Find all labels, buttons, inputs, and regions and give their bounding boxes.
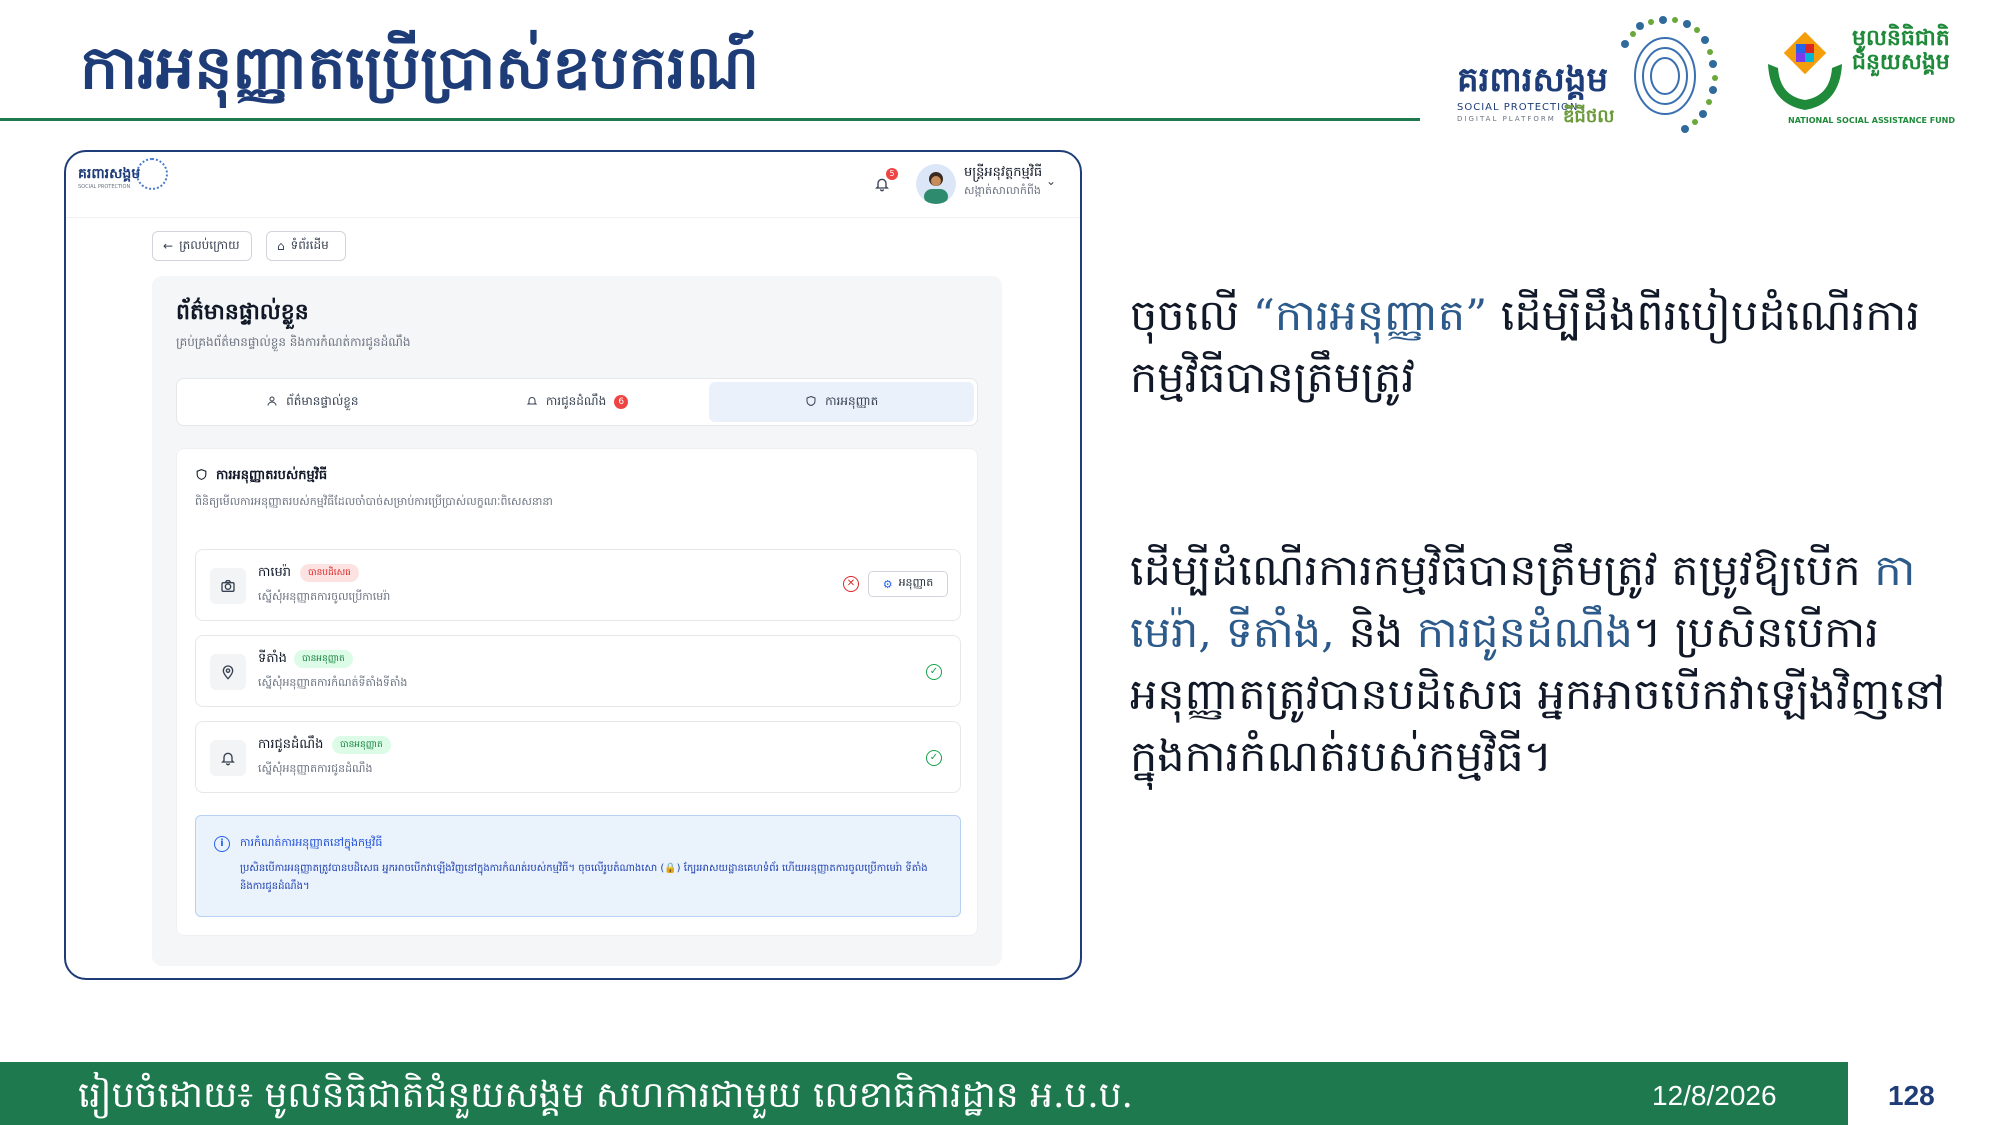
denied-x-circle-icon: ✕ [843, 576, 859, 592]
app-logo-fingerprint-icon [136, 158, 168, 190]
permission-location-row: ទីតាំង បានអនុញ្ញាត ស្នើសុំអនុញ្ញាតការកំណ… [195, 635, 961, 707]
nsaf-logo-english: NATIONAL SOCIAL ASSISTANCE FUND [1788, 116, 1955, 125]
home-icon: ⌂ [277, 239, 285, 253]
app-logo[interactable]: គរពារសង្គម [78, 164, 140, 185]
profile-panel: ព័ត៌មានផ្ទាល់ខ្លួន គ្រប់គ្រងព័ត៌មានផ្ទាល… [152, 276, 1002, 966]
panel-subtitle: គ្រប់គ្រងព័ត៌មានផ្ទាល់ខ្លួន និងការកំណត់ក… [176, 335, 411, 349]
panel-title: ព័ត៌មានផ្ទាល់ខ្លួន [176, 300, 309, 325]
fingerprint-icon [1621, 16, 1718, 133]
permission-name: កាមេរ៉ា [258, 565, 292, 580]
hands-house-icon [1768, 31, 1842, 110]
allow-button-label: អនុញ្ញាត [898, 576, 934, 589]
permission-description: ស្នើសុំអនុញ្ញាតការចូលប្រើកាមេរ៉ា [258, 590, 391, 603]
home-button-label: ទំព័រដើម [290, 238, 329, 252]
page-number: 128 [1888, 1080, 1935, 1111]
highlight-notifications: ការជូនដំណឹង [1416, 608, 1633, 658]
instruction-paragraph-2: ដើម្បីដំណើរការកម្មវិធីបានត្រឹមត្រូវ តម្រ… [1130, 540, 1970, 788]
tab-personal-info[interactable]: ព័ត៌មានផ្ទាល់ខ្លួន [180, 382, 445, 422]
app-topbar: គរពារសង្គម SOCIAL PROTECTION 5 មន្ត្រីអន… [66, 152, 1080, 218]
footer-date: 12/8/2026 [1652, 1080, 1777, 1111]
social-protection-logo: គរពារសង្គម SOCIAL PROTECTION DIGITAL PLA… [1455, 14, 1725, 139]
user-menu-chevron-down-icon[interactable]: ⌄ [1046, 174, 1056, 188]
social-protection-logo-line1: SOCIAL PROTECTION [1457, 102, 1579, 113]
title-divider [0, 118, 1420, 121]
tab-permissions[interactable]: ការអនុញ្ញាត [709, 382, 975, 422]
nsaf-logo-name: មូលនិធិជាតិជំនួយសង្គម [1852, 25, 1950, 75]
home-button[interactable]: ⌂ ទំព័រដើម [266, 231, 346, 261]
nsaf-logo: មូលនិធិជាតិជំនួយសង្គម NATIONAL SOCIAL AS… [1760, 24, 1955, 129]
paragraph-text: ចុចលើ [1130, 291, 1253, 341]
social-protection-logo-line2: DIGITAL PLATFORM [1457, 115, 1556, 123]
permission-description: ស្នើសុំអនុញ្ញាតការកំណត់ទីតាំងទីតាំង [258, 676, 408, 689]
permissions-heading: ការអនុញ្ញាតរបស់កម្មវិធី [195, 467, 327, 486]
bell-icon [526, 395, 538, 410]
tab-label: ព័ត៌មានផ្ទាល់ខ្លួន [286, 394, 359, 408]
shield-icon [805, 395, 817, 410]
allowed-check-circle-icon: ✓ [926, 664, 942, 680]
info-title: ការកំណត់ការអនុញ្ញាតនៅក្នុងកម្មវិធី [240, 836, 383, 849]
permissions-card: ការអនុញ្ញាតរបស់កម្មវិធី ពិនិត្យមើលការអនុ… [176, 448, 978, 936]
allow-camera-button[interactable]: ⚙ អនុញ្ញាត [868, 571, 948, 597]
permission-name: ទីតាំង [258, 651, 287, 666]
shield-icon [195, 468, 208, 485]
permission-info-box: i ការកំណត់ការអនុញ្ញាតនៅក្នុងកម្មវិធី ប្រ… [195, 815, 961, 917]
camera-icon [210, 568, 246, 604]
info-text: ប្រសិនបើការអនុញ្ញាតត្រូវបានបដិសេធ អ្នកអា… [240, 863, 928, 892]
instruction-paragraph-1: ចុចលើ “ការអនុញ្ញាត” ដើម្បីដឹងពីរបៀបដំណើរ… [1130, 285, 1970, 409]
tab-label: ការអនុញ្ញាត [825, 394, 879, 408]
permissions-description: ពិនិត្យមើលការអនុញ្ញាតរបស់កម្មវិធីដែលចាំប… [195, 495, 553, 508]
social-protection-logo-name: គរពារសង្គម [1457, 60, 1609, 100]
tab-label: ការជូនដំណឹង [545, 394, 607, 408]
arrow-left-icon: ← [163, 239, 174, 253]
permission-camera-row: កាមេរ៉ា បានបដិសេធ ស្នើសុំអនុញ្ញាតការចូលប… [195, 549, 961, 621]
paragraph-text: និង [1334, 608, 1417, 658]
user-name[interactable]: មន្ត្រីអនុវត្តកម្មវិធី [964, 164, 1042, 183]
tab-notifications[interactable]: ការជូនដំណឹង 6 [445, 382, 710, 422]
user-role: សង្កាត់សាលាកំពីង [964, 184, 1041, 197]
app-screenshot: គរពារសង្គម SOCIAL PROTECTION 5 មន្ត្រីអន… [64, 150, 1082, 980]
user-icon [266, 395, 278, 410]
permission-status-badge: បានបដិសេធ [300, 564, 359, 582]
info-circle-icon: i [214, 836, 230, 852]
location-pin-icon [210, 654, 246, 690]
permission-notifications-row: ការជូនដំណឹង បានអនុញ្ញាត ស្នើសុំអនុញ្ញាតក… [195, 721, 961, 793]
back-button-label: ត្រលប់ក្រោយ [179, 238, 240, 252]
tab-notification-badge: 6 [614, 395, 629, 409]
user-avatar[interactable] [916, 164, 956, 204]
back-button[interactable]: ← ត្រលប់ក្រោយ [152, 231, 252, 261]
highlight-permission: “ការអនុញ្ញាត” [1252, 291, 1488, 341]
notification-count-badge: 5 [886, 168, 898, 180]
bell-icon [210, 740, 246, 776]
footer-credit: រៀបចំដោយ៖ មូលនិធិជាតិជំនួយសង្គម សហការជាម… [78, 1075, 1133, 1116]
permission-description: ស្នើសុំអនុញ្ញាតការជូនដំណឹង [258, 762, 373, 775]
permission-name: ការជូនដំណឹង [258, 737, 324, 752]
slide-title: ការអនុញ្ញាតប្រើប្រាស់ឧបករណ៍ [80, 33, 760, 103]
permission-status-badge: បានអនុញ្ញាត [332, 736, 391, 754]
settings-icon: ⚙ [882, 577, 893, 591]
paragraph-text: ដើម្បីដំណើរការកម្មវិធីបានត្រឹមត្រូវ តម្រ… [1130, 546, 1875, 596]
app-logo-sub: SOCIAL PROTECTION [78, 184, 131, 190]
allowed-check-circle-icon: ✓ [926, 750, 942, 766]
permissions-heading-label: ការអនុញ្ញាតរបស់កម្មវិធី [216, 468, 328, 483]
permission-status-badge: បានអនុញ្ញាត [294, 650, 353, 668]
profile-tabs: ព័ត៌មានផ្ទាល់ខ្លួន ការជូនដំណឹង 6 ការអនុញ… [176, 378, 978, 426]
